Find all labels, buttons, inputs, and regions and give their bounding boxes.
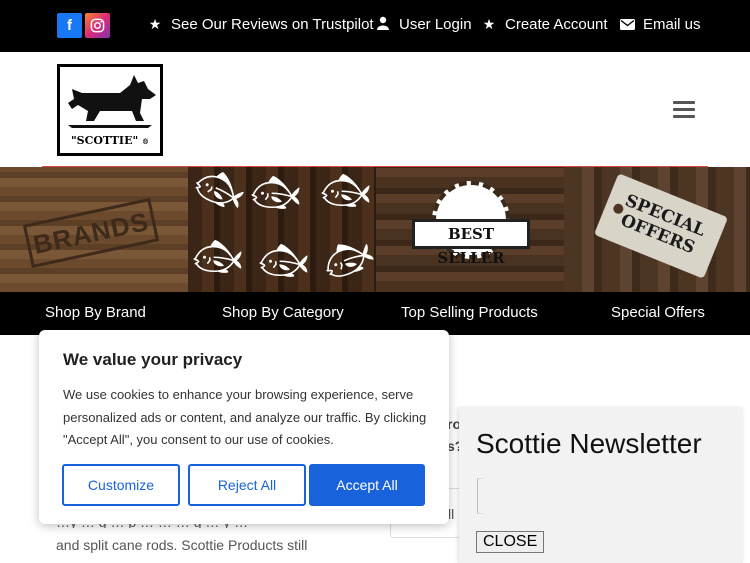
email-us-link[interactable]: Email us bbox=[619, 16, 701, 33]
category-nav: Shop By Brand Shop By Category Top Selli… bbox=[0, 292, 750, 335]
cookie-consent-banner: We value your privacy We use cookies to … bbox=[39, 330, 449, 524]
logo-text: "SCOTTIE" ® bbox=[60, 134, 160, 147]
cookie-title: We value your privacy bbox=[63, 350, 243, 369]
instagram-icon[interactable] bbox=[85, 13, 110, 38]
body-text: and split cane rods. Scottie Products st… bbox=[56, 537, 308, 553]
fish-icon: 🐟︎ bbox=[258, 239, 309, 283]
create-account-link[interactable]: ★ Create Account bbox=[481, 16, 608, 33]
email-us-label: Email us bbox=[643, 16, 701, 33]
hamburger-icon[interactable] bbox=[673, 101, 695, 119]
scottie-logo[interactable]: "SCOTTIE" ® bbox=[57, 64, 163, 156]
fish-icon: 🐟︎ bbox=[192, 235, 243, 279]
fish-icon: 🐟︎ bbox=[320, 169, 371, 213]
star-icon: ★ bbox=[482, 16, 496, 32]
fish-icon: 🐟︎ bbox=[250, 171, 301, 215]
trustpilot-reviews-link[interactable]: ★ See Our Reviews on Trustpilot bbox=[147, 16, 374, 33]
nav-top-selling-products[interactable]: Top Selling Products bbox=[401, 304, 538, 321]
newsletter-close-button[interactable]: CLOSE bbox=[476, 531, 545, 553]
special-offers-tag-label: SPECIAL OFFERS bbox=[617, 190, 709, 259]
envelope-icon bbox=[619, 17, 635, 33]
user-login-link[interactable]: User Login bbox=[375, 16, 472, 33]
top-bar: f ★ See Our Reviews on Trustpilot User L… bbox=[0, 0, 750, 52]
facebook-icon[interactable]: f bbox=[57, 13, 82, 38]
star-icon: ★ bbox=[148, 16, 162, 32]
nav-shop-by-brand[interactable]: Shop By Brand bbox=[45, 304, 146, 321]
logo-wordmark: "SCOTTIE" bbox=[70, 134, 139, 147]
best-seller-label: BEST SELLER bbox=[412, 219, 530, 267]
best-seller-badge: BEST SELLER bbox=[412, 181, 530, 279]
fish-icon: 🐟︎ bbox=[188, 167, 251, 219]
newsletter-popup: Scottie Newsletter CLOSE bbox=[459, 408, 743, 563]
customize-button[interactable]: Customize bbox=[62, 464, 180, 506]
brands-tile[interactable]: BRANDS bbox=[0, 167, 188, 292]
category-tiles: BRANDS 🐟︎ 🐟︎ 🐟︎ 🐟︎ 🐟︎ 🐟︎ BEST SELLER SPE… bbox=[0, 167, 750, 292]
top-sellers-tile[interactable]: BEST SELLER bbox=[376, 167, 564, 292]
special-offers-tag: SPECIAL OFFERS bbox=[593, 173, 729, 279]
brands-stamp: BRANDS bbox=[22, 197, 160, 269]
reject-all-button[interactable]: Reject All bbox=[188, 464, 306, 506]
nav-special-offers[interactable]: Special Offers bbox=[611, 304, 705, 321]
instagram-glyph bbox=[90, 18, 105, 33]
accept-all-button[interactable]: Accept All bbox=[309, 464, 425, 506]
fish-icon: 🐟︎ bbox=[315, 228, 376, 290]
categories-tile[interactable]: 🐟︎ 🐟︎ 🐟︎ 🐟︎ 🐟︎ 🐟︎ bbox=[188, 167, 376, 292]
scottie-dog-icon bbox=[68, 75, 156, 128]
nav-shop-by-category[interactable]: Shop By Category bbox=[222, 304, 344, 321]
cookie-body: We use cookies to enhance your browsing … bbox=[63, 387, 427, 447]
newsletter-title: Scottie Newsletter bbox=[476, 428, 702, 459]
registered-mark: ® bbox=[142, 137, 150, 146]
trustpilot-label: See Our Reviews on Trustpilot bbox=[171, 16, 374, 33]
create-account-label: Create Account bbox=[505, 16, 608, 33]
newsletter-email-input[interactable] bbox=[477, 478, 483, 514]
special-offers-tile[interactable]: SPECIAL OFFERS bbox=[564, 167, 750, 292]
user-login-label: User Login bbox=[399, 16, 472, 33]
user-icon bbox=[375, 16, 391, 33]
